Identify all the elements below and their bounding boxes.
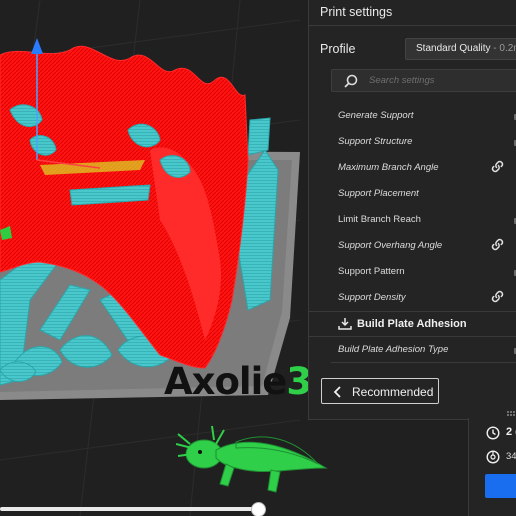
setting-label: Limit Branch Reach <box>338 214 421 225</box>
setting-row-maximum-branch-angle[interactable]: Maximum Branch Angle <box>309 154 516 180</box>
search-placeholder: Search settings <box>369 75 435 86</box>
setting-row-build-plate-adhesion-type[interactable]: Build Plate Adhesion Type <box>309 336 516 362</box>
spool-icon <box>486 450 500 464</box>
setting-row-support-overhang-angle[interactable]: Support Overhang Angle <box>309 232 516 258</box>
setting-label: Build Plate Adhesion Type <box>338 344 449 355</box>
setting-row-limit-branch-reach[interactable]: Limit Branch Reach <box>309 206 516 232</box>
panel-title: Print settings <box>320 5 393 19</box>
clock-icon <box>486 426 500 440</box>
setting-row-support-structure[interactable]: Support Structure <box>309 128 516 154</box>
material-amount: 34 <box>506 451 516 462</box>
recommended-button[interactable]: Recommended <box>321 378 439 404</box>
watermark-main: Axolie <box>164 360 287 403</box>
setting-label: Generate Support <box>338 110 414 121</box>
print-settings-panel: Print settings Profile Standard Quality … <box>308 0 516 420</box>
setting-row-support-density[interactable]: Support Density <box>309 284 516 310</box>
axolotl-logo-icon <box>176 425 328 493</box>
setting-label: Support Density <box>338 292 406 303</box>
link-icon[interactable] <box>490 237 505 252</box>
profile-dropdown[interactable]: Standard Quality - 0.2mm <box>405 38 516 60</box>
setting-row-support-pattern[interactable]: Support Pattern <box>309 258 516 284</box>
chevron-left-icon <box>333 386 341 398</box>
setting-label: Maximum Branch Angle <box>338 162 439 173</box>
category-label: Build Plate Adhesion <box>357 318 467 330</box>
panel-header: Print settings <box>309 0 516 26</box>
search-icon <box>344 74 358 88</box>
divider <box>331 362 516 363</box>
resize-grip-icon[interactable] <box>506 410 516 418</box>
profile-value-suffix: - 0.2mm <box>493 43 516 54</box>
setting-row-generate-support[interactable]: Generate Support <box>309 102 516 128</box>
recommended-label: Recommended <box>352 385 434 399</box>
layer-slider-track[interactable] <box>0 507 262 511</box>
category-build-plate-adhesion[interactable]: Build Plate Adhesion <box>309 311 516 337</box>
slice-save-button[interactable] <box>485 474 516 498</box>
search-input[interactable]: Search settings <box>331 69 516 92</box>
print-time: 2 d <box>506 426 516 438</box>
layer-slider-handle[interactable] <box>251 502 266 516</box>
setting-label: Support Structure <box>338 136 413 147</box>
download-tray-icon <box>338 318 352 330</box>
profile-label: Profile <box>320 42 356 56</box>
setting-label: Support Overhang Angle <box>338 240 443 251</box>
setting-label: Support Placement <box>338 188 419 199</box>
print-estimate-panel: 2 d 34 <box>468 418 516 516</box>
setting-row-support-placement[interactable]: Support Placement <box>309 180 516 206</box>
link-icon[interactable] <box>490 159 505 174</box>
link-icon[interactable] <box>490 289 505 304</box>
setting-label: Support Pattern <box>338 266 405 277</box>
profile-value: Standard Quality <box>416 43 491 54</box>
